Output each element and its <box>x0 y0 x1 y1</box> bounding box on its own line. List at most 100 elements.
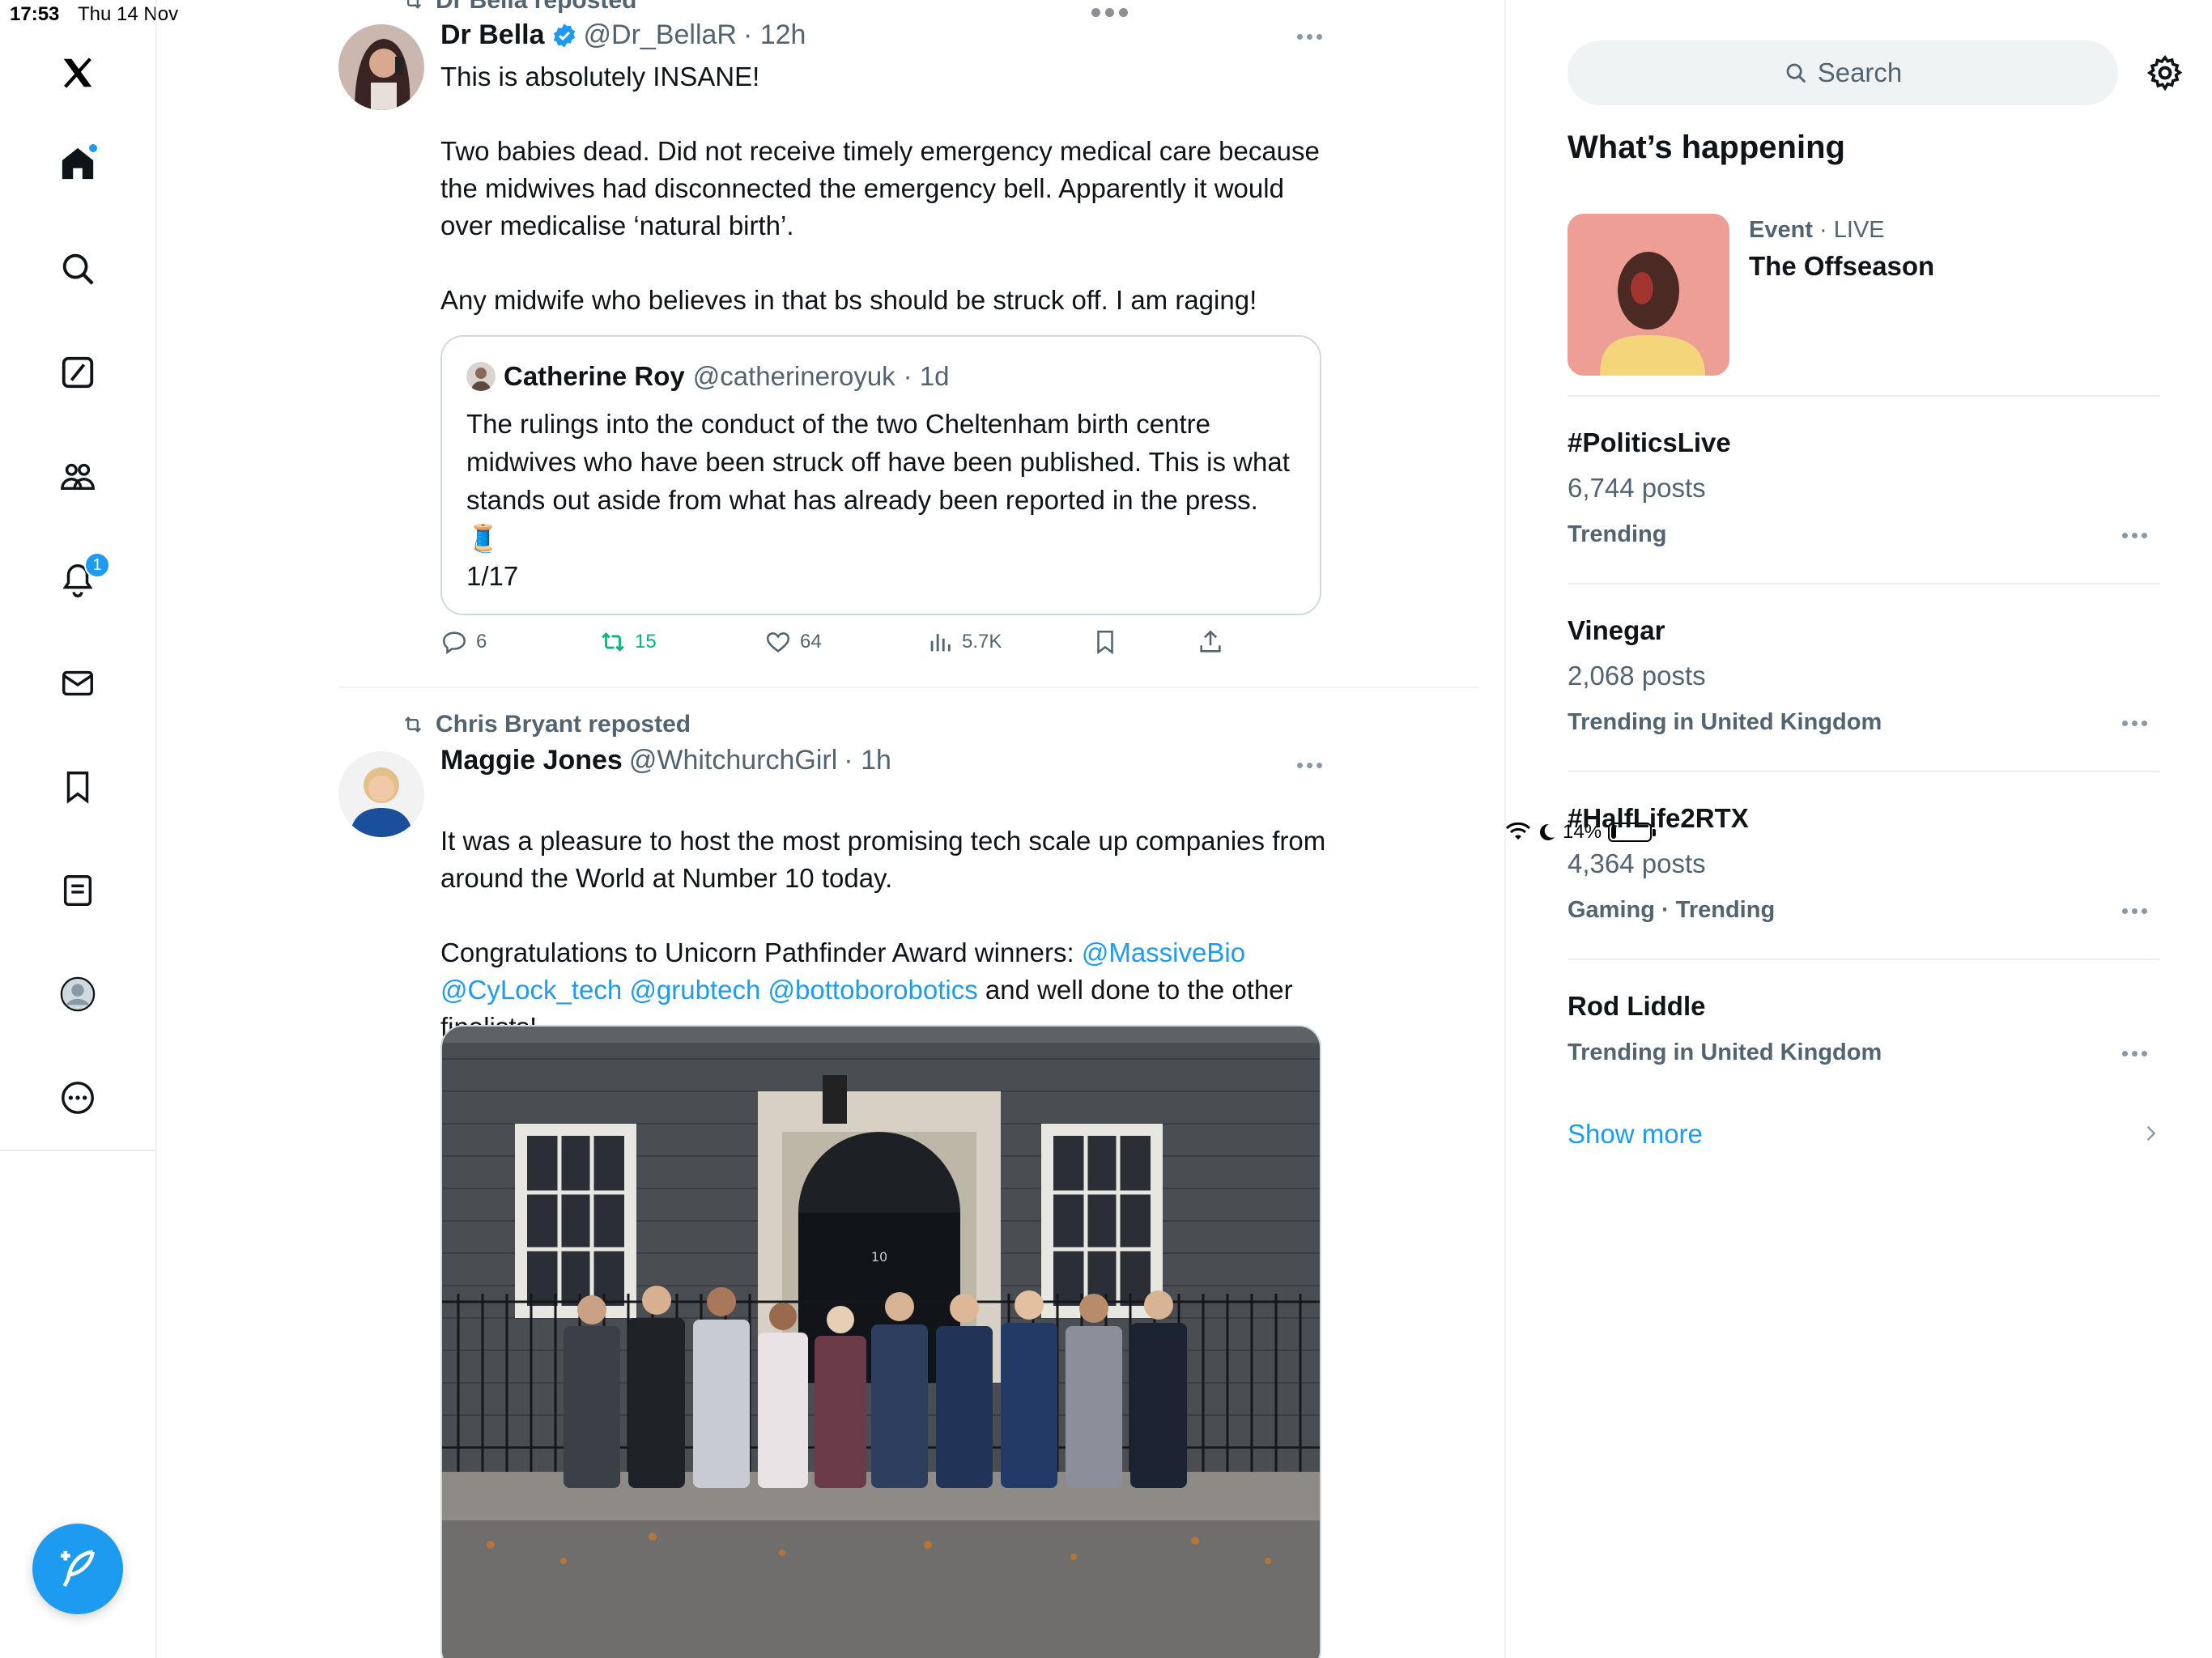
trend-context: Gaming · Trending <box>1568 897 1776 923</box>
event-title: The Offseason <box>1749 251 1935 281</box>
repost-count: 15 <box>635 631 657 653</box>
author-handle[interactable]: @WhitchurchGirl <box>629 745 837 776</box>
quote-time: · 1d <box>903 361 950 391</box>
tweet-text-line1: It was a pleasure to host the most promi… <box>440 826 1326 893</box>
grok-icon[interactable] <box>53 348 102 397</box>
left-nav: 1 <box>0 0 157 1658</box>
bookmark-button[interactable] <box>1091 628 1119 656</box>
svg-text:10: 10 <box>871 1249 887 1265</box>
avatar[interactable] <box>338 751 424 837</box>
repost-label: Dr Bella reposted <box>436 0 637 14</box>
tweet-text: It was a pleasure to host the most promi… <box>440 785 1347 1046</box>
reply-button[interactable]: 6 <box>440 628 487 656</box>
repost-icon <box>602 632 624 652</box>
quote-avatar <box>466 362 496 391</box>
event-meta: Event · LIVE <box>1749 217 1885 244</box>
trend-divider <box>1568 395 2160 397</box>
tweet-actions: 6 15 64 5.7K <box>440 628 1331 664</box>
trend-name: #HalfLife2RTX <box>1568 803 1749 833</box>
search-placeholder: Search <box>1817 57 1903 87</box>
mention-link[interactable]: @bottoborobotics <box>768 975 978 1005</box>
quote-text: The rulings into the conduct of the two … <box>466 409 1290 591</box>
repost-button[interactable]: 15 <box>599 628 657 656</box>
author-name[interactable]: Dr Bella <box>440 19 545 51</box>
right-sidebar: Search What’s happening Event · LIVE The… <box>1506 0 2212 1658</box>
notifications-badge: 1 <box>84 552 110 578</box>
trend-item[interactable]: Vinegar 2,068 posts Trending in United K… <box>1568 615 2160 745</box>
views-button[interactable]: 5.7K <box>926 628 1002 656</box>
author-handle[interactable]: @Dr_BellaR <box>584 19 737 51</box>
reply-count: 6 <box>476 631 487 653</box>
lists-icon[interactable] <box>53 866 102 915</box>
mention-link[interactable]: @grubtech <box>629 975 760 1005</box>
communities-icon[interactable] <box>53 452 102 500</box>
event-status: · LIVE <box>1819 217 1885 243</box>
avatar[interactable] <box>338 24 424 110</box>
timeline: Dr Bella reposted Dr Bella @Dr_BellaR · … <box>157 0 1506 1658</box>
quote-author-handle: @catherineroyuk <box>692 361 895 391</box>
trend-context: Trending in United Kingdom <box>1568 1039 1882 1065</box>
search-icon <box>1786 63 1806 83</box>
chevron-right-icon <box>2146 1126 2156 1141</box>
tweet-more-icon[interactable] <box>1297 763 1322 768</box>
bookmarks-icon[interactable] <box>53 763 102 811</box>
messages-icon[interactable] <box>53 659 102 708</box>
tweet-photo[interactable]: 10 <box>440 1025 1321 1658</box>
trend-item[interactable]: Rod Liddle Trending in United Kingdom <box>1568 991 2160 1080</box>
like-count: 64 <box>800 631 822 653</box>
tweet-header: Maggie Jones @WhitchurchGirl · 1h <box>440 745 891 776</box>
gear-icon[interactable] <box>2146 53 2184 92</box>
quoted-tweet[interactable]: Catherine Roy @catherineroyuk · 1d The r… <box>440 335 1321 615</box>
share-icon <box>1200 630 1221 653</box>
notifications-icon[interactable]: 1 <box>53 552 110 604</box>
event-thumbnail <box>1568 214 1729 376</box>
reply-icon <box>442 631 466 655</box>
quote-header: Catherine Roy @catherineroyuk · 1d <box>466 361 950 392</box>
compose-icon <box>61 1550 95 1588</box>
downing-street-photo: 10 <box>442 1027 1320 1658</box>
trend-posts: 4,364 posts <box>1568 848 1706 878</box>
trend-more-icon[interactable] <box>2122 533 2147 538</box>
trend-name: Rod Liddle <box>1568 991 1706 1021</box>
trend-posts: 2,068 posts <box>1568 661 1706 691</box>
repost-indicator: Dr Bella reposted <box>400 0 636 15</box>
author-name[interactable]: Maggie Jones <box>440 745 623 776</box>
repost-icon <box>407 0 422 9</box>
trend-divider <box>1568 771 2160 772</box>
trend-divider <box>1568 959 2160 960</box>
compose-button[interactable] <box>32 1524 123 1614</box>
tweet-time[interactable]: · 1h <box>844 745 891 776</box>
trend-more-icon[interactable] <box>2122 908 2147 914</box>
mention-link[interactable]: @CyLock_tech <box>440 975 622 1005</box>
quote-author-name: Catherine Roy <box>504 361 685 391</box>
views-count: 5.7K <box>962 631 1002 653</box>
event-kind: Event <box>1749 217 1813 243</box>
profile-icon[interactable] <box>53 970 102 1018</box>
tweet-more-icon[interactable] <box>1297 34 1322 40</box>
tweet-time[interactable]: · 12h <box>743 19 806 51</box>
home-icon[interactable] <box>53 139 102 188</box>
trend-name: #PoliticsLive <box>1568 427 1731 457</box>
show-more-link[interactable]: Show more <box>1568 1119 1703 1150</box>
repost-label: Chris Bryant reposted <box>436 711 691 738</box>
trend-more-icon[interactable] <box>2122 721 2147 726</box>
trend-item[interactable]: #HalfLife2RTX 4,364 posts Gaming · Trend… <box>1568 803 2160 933</box>
x-logo-icon[interactable] <box>53 49 102 97</box>
trend-more-icon[interactable] <box>2122 1051 2147 1056</box>
home-notification-dot <box>87 142 99 154</box>
tweet-divider <box>338 687 1478 688</box>
trend-name: Vinegar <box>1568 615 1665 645</box>
more-icon[interactable] <box>53 1073 102 1122</box>
mention-link[interactable]: @MassiveBio <box>1082 937 1245 967</box>
nav-divider <box>0 1150 155 1151</box>
share-button[interactable] <box>1197 628 1224 656</box>
bookmark-icon <box>1097 630 1113 655</box>
search-input[interactable]: Search <box>1568 40 2118 105</box>
search-icon[interactable] <box>53 244 102 293</box>
trend-event[interactable]: Event · LIVE The Offseason <box>1568 214 2167 395</box>
tweet-text-congrats: Congratulations to Unicorn Pathfinder Aw… <box>440 937 1082 967</box>
trend-item[interactable]: #PoliticsLive 6,744 posts Trending <box>1568 427 2160 557</box>
trend-context: Trending in United Kingdom <box>1568 709 1882 735</box>
like-button[interactable]: 64 <box>764 628 822 656</box>
trend-posts: 6,744 posts <box>1568 473 1706 503</box>
